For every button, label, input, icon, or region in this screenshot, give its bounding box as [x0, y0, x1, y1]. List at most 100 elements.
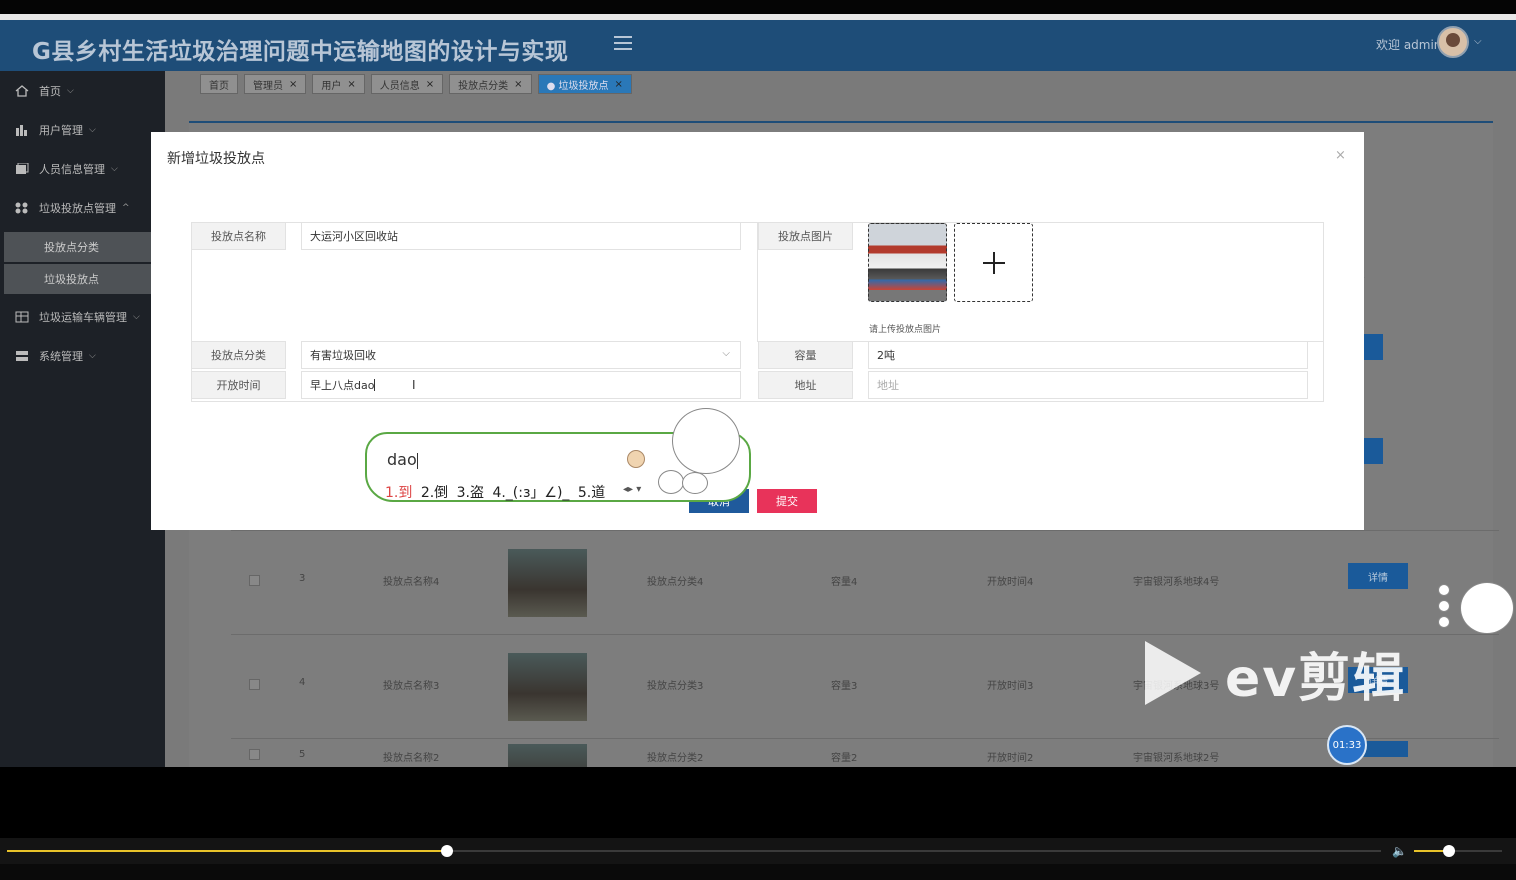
floating-mascot-icon[interactable]: [1460, 582, 1514, 634]
mascot-menu-icon[interactable]: [1438, 584, 1450, 596]
sidebar: 首页 ⌵ 用户管理 ⌵ 人员信息管理 ⌵ 垃圾投放点管理 ^ 投放点分类 垃圾投放点 垃…: [0, 71, 165, 767]
chevron-down-icon: ⌵: [89, 125, 96, 135]
row-hours: 开放时间2: [987, 753, 1034, 764]
image-label: 投放点图片: [758, 222, 853, 250]
uploaded-photo[interactable]: [868, 223, 947, 302]
mascot-menu-icon[interactable]: [1438, 616, 1450, 628]
category-value: 有害垃圾回收: [310, 349, 376, 362]
ime-composition: dao: [387, 450, 418, 469]
ime-mascot-icon: [672, 408, 740, 474]
name-input[interactable]: 大运河小区回收站: [301, 222, 741, 250]
ime-candidate[interactable]: 5.道: [578, 485, 605, 501]
progress-handle[interactable]: [440, 845, 453, 857]
row-checkbox[interactable]: [249, 575, 260, 586]
sidebar-item-label: 首页: [39, 85, 61, 98]
capacity-label: 容量: [758, 341, 853, 369]
row-index: 3: [299, 573, 306, 584]
sidebar-item-personnel[interactable]: 人员信息管理 ⌵: [0, 151, 152, 187]
recording-timer[interactable]: 01:33: [1327, 725, 1367, 765]
table-icon: [15, 311, 29, 323]
chevron-down-icon[interactable]: ⌵: [1474, 36, 1482, 47]
close-icon[interactable]: ×: [289, 79, 297, 90]
tab-bar: 首页 管理员 × 用户 × 人员信息 × 投放点分类 × ● 垃圾投放点 ×: [200, 74, 632, 96]
capacity-input[interactable]: 2吨: [868, 341, 1308, 369]
tab-home[interactable]: 首页: [200, 74, 238, 94]
tab-dropoff[interactable]: ● 垃圾投放点 ×: [537, 74, 632, 94]
row-checkbox[interactable]: [249, 749, 260, 760]
row-address: 宇宙银河系地球2号: [1133, 753, 1220, 764]
ime-candidate[interactable]: 4._(:з」∠)_: [492, 485, 569, 501]
ime-candidate[interactable]: 1.到: [385, 485, 412, 501]
sidebar-subitem-dropoff[interactable]: 垃圾投放点: [4, 264, 151, 294]
close-icon[interactable]: ×: [347, 79, 355, 90]
hours-value: 早上八点dao: [310, 379, 375, 392]
ime-mascot-icon: [658, 470, 684, 494]
name-label: 投放点名称: [191, 222, 286, 250]
close-icon[interactable]: ×: [426, 79, 434, 90]
screen: G县乡村生活垃圾治理问题中运输地图的设计与实现 欢迎 admin ⌵ 首页 ⌵ 用…: [0, 0, 1516, 880]
folder-icon: [16, 163, 29, 174]
sidebar-item-label: 垃圾投放点管理: [39, 202, 116, 215]
ime-candidate[interactable]: 3.盗: [457, 485, 484, 501]
row-name: 投放点名称4: [383, 577, 440, 588]
row-capacity: 容量2: [831, 753, 858, 764]
text-cursor-icon: I: [412, 378, 416, 392]
tab-label: ● 垃圾投放点: [546, 80, 609, 92]
sidebar-item-vehicles[interactable]: 垃圾运输车辆管理 ⌵: [0, 299, 152, 335]
mascot-menu-icon[interactable]: [1438, 600, 1450, 612]
row-checkbox[interactable]: [249, 679, 260, 690]
menu-toggle-icon[interactable]: [614, 36, 632, 52]
row-capacity: 容量4: [831, 577, 858, 588]
address-input[interactable]: 地址: [868, 371, 1308, 399]
sidebar-item-label: 人员信息管理: [39, 163, 105, 176]
upload-button[interactable]: [954, 223, 1033, 302]
row-index: 5: [299, 749, 306, 760]
sidebar-item-home[interactable]: 首页 ⌵: [0, 73, 152, 109]
tab-admin[interactable]: 管理员 ×: [244, 74, 307, 94]
app-header: G县乡村生活垃圾治理问题中运输地图的设计与实现 欢迎 admin ⌵: [0, 20, 1516, 71]
tab-label: 管理员: [253, 80, 283, 92]
ime-pager-icon[interactable]: ◂▸ ▾: [623, 484, 641, 495]
tab-category[interactable]: 投放点分类 ×: [449, 74, 532, 94]
sidebar-item-system[interactable]: 系统管理 ⌵: [0, 338, 152, 374]
modal-title: 新增垃圾投放点: [167, 151, 265, 167]
sidebar-item-dropoff[interactable]: 垃圾投放点管理 ^: [0, 190, 152, 226]
ime-composition-text: dao: [387, 450, 417, 469]
row-thumbnail: [508, 549, 587, 617]
watermark-text: ev剪辑: [1225, 648, 1407, 709]
submit-button[interactable]: 提交: [757, 489, 817, 513]
avatar[interactable]: [1437, 26, 1469, 58]
ime-skin-icon[interactable]: [627, 450, 645, 468]
sidebar-subitem-category[interactable]: 投放点分类: [4, 232, 151, 262]
sidebar-item-users[interactable]: 用户管理 ⌵: [0, 112, 152, 148]
browser-top-strip: [0, 0, 1516, 20]
ime-candidate[interactable]: 2.倒: [421, 485, 448, 501]
close-icon[interactable]: ×: [514, 79, 522, 90]
row-hours: 开放时间4: [987, 577, 1034, 588]
category-select[interactable]: 有害垃圾回收 ⌵: [301, 341, 741, 369]
close-icon[interactable]: ×: [1335, 148, 1346, 163]
home-icon: [15, 85, 29, 97]
tab-personnel[interactable]: 人员信息 ×: [370, 74, 444, 94]
video-player-bar: 🔈: [0, 767, 1516, 880]
row-category: 投放点分类3: [647, 681, 704, 692]
volume-icon[interactable]: 🔈: [1392, 844, 1408, 858]
tab-users[interactable]: 用户 ×: [312, 74, 365, 94]
close-icon[interactable]: ×: [614, 79, 622, 90]
hours-input[interactable]: 早上八点dao I: [301, 371, 741, 399]
ime-caret: [416, 452, 418, 469]
detail-button[interactable]: 详情: [1348, 563, 1408, 589]
row-address: 宇宙银河系地球4号: [1133, 577, 1220, 588]
address-label: 地址: [758, 371, 853, 399]
chevron-up-icon: ^: [122, 203, 130, 213]
ime-mascot-icon: [682, 472, 708, 494]
row-name: 投放点名称2: [383, 753, 440, 764]
grid-icon: [15, 202, 28, 214]
row-hours: 开放时间3: [987, 681, 1034, 692]
row-capacity: 容量3: [831, 681, 858, 692]
category-label: 投放点分类: [191, 341, 286, 369]
plus-icon: [983, 252, 1005, 274]
ime-candidates: 1.到 2.倒 3.盗 4._(:з」∠)_ 5.道: [385, 482, 605, 502]
app-title: G县乡村生活垃圾治理问题中运输地图的设计与实现: [32, 39, 569, 65]
welcome-text: 欢迎 admin: [1376, 38, 1442, 52]
